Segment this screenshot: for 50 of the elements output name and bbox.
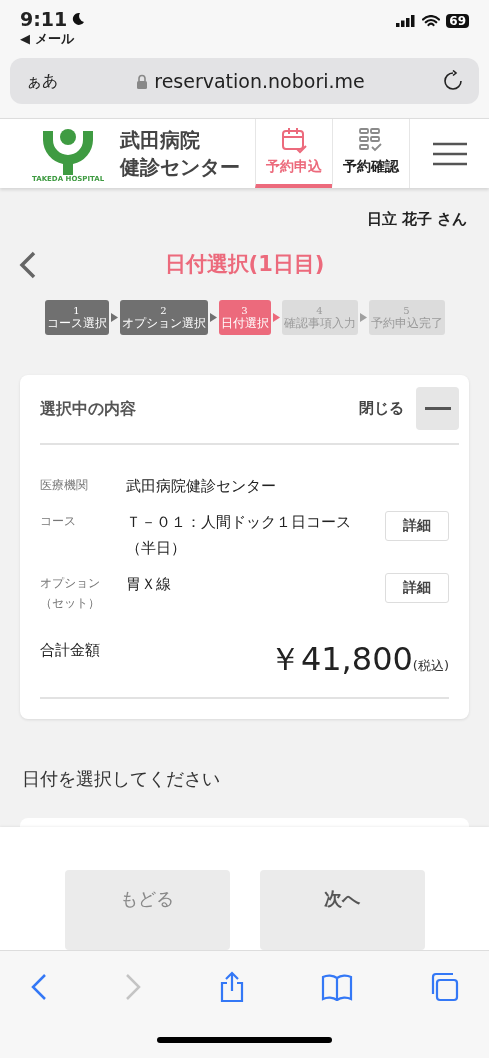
next-button[interactable]: 次へ [259, 869, 425, 950]
url-text: reservation.nobori.me [154, 68, 365, 94]
step-arrow-icon [272, 312, 280, 322]
field-label: 医療機関 [40, 476, 88, 494]
site-name: 健診センター [120, 153, 241, 181]
step-arrow-icon [359, 312, 367, 322]
lock-icon [136, 73, 149, 89]
nav-tab[interactable]: 予約確認 [332, 119, 409, 188]
field-label: （セット） [40, 594, 100, 612]
back-icon[interactable] [30, 973, 48, 1001]
status-time: 9:11 [20, 8, 68, 30]
close-label[interactable]: 閉じる [359, 397, 404, 420]
total-price: ￥41,800 [268, 638, 413, 679]
address-bar[interactable]: ぁあ reservation.nobori.me [10, 58, 479, 104]
collapse-button[interactable] [416, 387, 459, 430]
book-icon[interactable] [320, 973, 353, 1001]
step-arrow-icon [209, 312, 217, 322]
step-indicator: 5 予約申込完了 [368, 299, 445, 335]
list-check-icon [357, 126, 385, 154]
detail-button[interactable]: 詳細 [385, 510, 449, 541]
field-label: コース [40, 512, 76, 530]
detail-button[interactable]: 詳細 [385, 572, 449, 603]
signal-icon [396, 15, 417, 27]
step-indicator: 3 日付選択 [218, 299, 271, 335]
step-indicator: 2 オプション選択 [119, 299, 208, 335]
minus-icon [424, 407, 451, 410]
back-chevron-icon[interactable] [18, 250, 38, 279]
step-indicator: 1 コース選択 [44, 299, 109, 335]
field-value: Ｔ－０１：人間ドック１日コース（半日） [126, 511, 352, 559]
page-title: 日付選択(1日目) [163, 250, 326, 278]
field-value: 胃Ｘ線 [126, 573, 172, 595]
menu-icon[interactable] [432, 141, 467, 166]
wifi-icon [422, 14, 441, 28]
field-label: オプション [40, 574, 100, 592]
text-size-button[interactable]: ぁあ [26, 69, 58, 93]
user-name: 日立 花子 さん [366, 209, 467, 230]
reload-icon[interactable] [443, 70, 463, 92]
moon-icon [71, 12, 86, 26]
back-to-app-link[interactable]: ◀ メール [20, 30, 86, 48]
card-title: 選択中の内容 [40, 397, 137, 420]
date-prompt: 日付を選択してください [21, 766, 221, 791]
tax-note: (税込) [412, 656, 449, 675]
battery-indicator: 69 [446, 14, 469, 28]
calendar-check-icon [280, 126, 308, 154]
step-arrow-icon [110, 312, 118, 322]
site-name: 武田病院 [120, 126, 202, 154]
share-icon[interactable] [218, 971, 245, 1003]
field-value: 武田病院健診センター [126, 475, 277, 497]
tabs-icon[interactable] [429, 972, 459, 1002]
total-label: 合計金額 [40, 639, 100, 661]
